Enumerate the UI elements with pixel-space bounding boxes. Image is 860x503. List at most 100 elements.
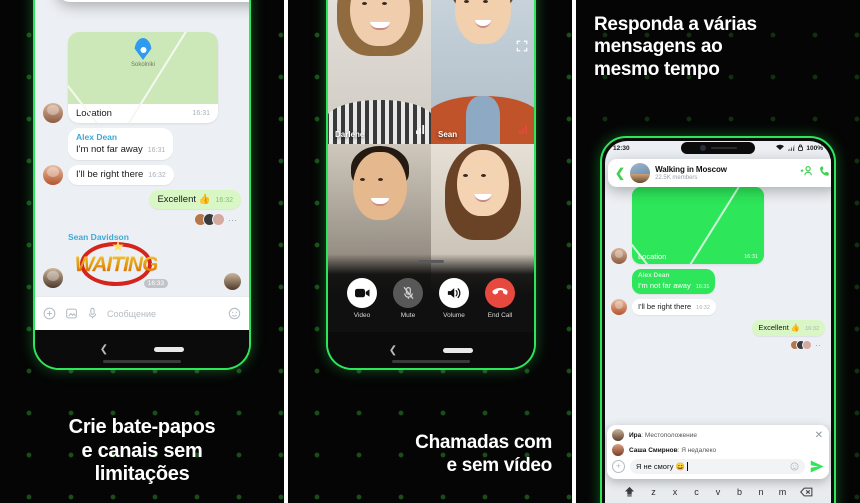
volume-button[interactable]: Volume (439, 277, 469, 319)
phone-frame-chats: ❮ Walking in Moscow 22.5K members (33, 0, 251, 370)
more-icon[interactable]: ·· (815, 340, 821, 350)
status-time: 12:30 (613, 144, 630, 152)
message-row-location[interactable]: Location 16:31 (611, 187, 825, 264)
chat-title: Walking in Moscow (655, 165, 727, 174)
message-list[interactable]: Location 16:31 Alex Dean I'm not far awa… (605, 185, 831, 445)
location-message-card[interactable]: Sokolniki Location 16:31 (68, 32, 218, 123)
microphone-muted-icon[interactable] (393, 277, 423, 308)
battery-percent: 100% (806, 144, 823, 152)
sticker-icon[interactable] (65, 307, 78, 320)
message-row[interactable]: I'll be right there 16:32 (43, 164, 241, 185)
panel-chats: ❮ Walking in Moscow 22.5K members (0, 0, 284, 503)
key-b[interactable]: b (730, 481, 750, 502)
call-controls[interactable]: Video Mute Volume End Call (328, 254, 534, 332)
participant-name: Sean (438, 130, 458, 139)
message-row[interactable]: Alex Dean I'm not far away 16:31 (43, 128, 241, 160)
nav-back-icon[interactable]: ❮ (389, 345, 397, 356)
panel-caption: Chamadas com e sem vídeo (415, 432, 552, 476)
reaction-avatars[interactable]: ·· (611, 339, 821, 350)
message-time: 16:32 (215, 196, 233, 204)
key-c[interactable]: c (687, 481, 707, 502)
reaction-avatars[interactable]: ··· (43, 213, 237, 227)
send-icon[interactable] (810, 460, 824, 473)
video-tile[interactable]: Darlene (328, 0, 431, 144)
message-sender: Alex Dean (638, 272, 670, 279)
earpiece-speaker (710, 146, 737, 150)
message-row-outgoing[interactable]: Excellent 👍 16:32 (43, 189, 241, 210)
shift-icon[interactable] (618, 481, 642, 502)
backspace-icon[interactable] (794, 481, 818, 502)
reply-item[interactable]: Саша Смирнов: Я недалеко (612, 444, 824, 456)
message-row[interactable]: Alex Dean I'm not far away 16:31 (611, 269, 825, 294)
phone-screen: 12:30 100% ❮ Walking in Moscow 22.5K mem… (605, 141, 831, 503)
plus-icon[interactable] (43, 307, 56, 320)
message-bubble-outgoing[interactable]: Excellent 👍 16:32 (149, 189, 241, 210)
message-text: I'll be right there (76, 168, 144, 180)
message-row-outgoing[interactable]: Excellent 👍 16:32 (611, 320, 825, 336)
message-bubble-outgoing[interactable]: Excellent 👍 16:32 (752, 320, 825, 336)
reply-text: Местоположение (644, 431, 697, 439)
avatar (611, 299, 627, 315)
nav-back-icon[interactable]: ❮ (100, 344, 108, 355)
emoji-icon[interactable] (790, 462, 799, 471)
end-call-button[interactable]: End Call (485, 277, 515, 319)
phone-hangup-icon[interactable] (485, 277, 515, 308)
phone-screen: ❮ Walking in Moscow 22.5K members (35, 0, 249, 330)
avatar (43, 268, 63, 289)
message-input-bar[interactable]: Сообщение (35, 296, 249, 330)
message-time: 16:32 (148, 171, 166, 179)
mute-toggle-button[interactable]: Mute (393, 277, 423, 319)
message-time: 16:31 (744, 253, 758, 260)
message-bubble[interactable]: Alex Dean I'm not far away 16:31 (68, 128, 174, 160)
message-bubble[interactable]: I'll be right there 16:32 (68, 164, 174, 185)
video-tile[interactable]: Sean (431, 0, 534, 144)
emoji-icon[interactable] (228, 307, 241, 320)
chat-header[interactable]: ❮ Walking in Moscow 22.5K members (57, 0, 249, 2)
keyboard-row-3[interactable]: z x c v b n m (607, 481, 829, 502)
message-text: I'll be right there (638, 302, 692, 312)
reply-input[interactable]: Я не смогу 😄 (630, 459, 805, 474)
chat-header[interactable]: ❮ Walking in Moscow 22.5K members (608, 159, 831, 187)
nav-home-pill[interactable] (154, 346, 185, 352)
map-preview: Sokolniki (68, 32, 218, 123)
key-m[interactable]: m (773, 481, 793, 502)
microphone-icon[interactable] (87, 307, 98, 320)
more-icon[interactable]: ··· (228, 215, 237, 225)
expand-icon[interactable] (516, 39, 528, 57)
add-user-icon[interactable] (800, 164, 813, 182)
location-message-card[interactable]: Location 16:31 (632, 187, 764, 264)
close-icon[interactable]: ✕ (815, 431, 823, 441)
phone-icon[interactable] (819, 164, 831, 182)
swipe-handle[interactable] (418, 260, 444, 263)
key-n[interactable]: n (751, 481, 771, 502)
avatar (612, 444, 624, 456)
reply-input-row[interactable]: + Я не смогу 😄 (612, 459, 824, 474)
multi-reply-panel[interactable]: ✕ Ира: Местоположение Саша Смирнов: Я не… (607, 425, 829, 479)
video-toggle-button[interactable]: Video (347, 277, 377, 319)
phone-screen: Darlene Sean Video Mute Volume End Call (328, 0, 534, 332)
message-row[interactable]: I'll be right there 16:32 (611, 299, 825, 315)
message-row-location[interactable]: Sokolniki Location 16:31 (43, 32, 241, 123)
video-camera-icon[interactable] (347, 277, 377, 308)
chevron-left-icon[interactable]: ❮ (615, 167, 625, 179)
nav-home-pill[interactable] (443, 347, 474, 353)
speaker-icon[interactable] (439, 277, 469, 308)
sticker-message[interactable]: WAITING 16:33 (68, 240, 168, 289)
message-row-sticker[interactable]: WAITING 16:33 (43, 240, 241, 289)
control-label: Volume (443, 311, 465, 319)
reply-item[interactable]: Ира: Местоположение (612, 429, 824, 441)
phone-frame-call: Darlene Sean Video Mute Volume End Call … (326, 0, 536, 370)
key-v[interactable]: v (708, 481, 728, 502)
text-caret (686, 462, 688, 471)
key-x[interactable]: x (665, 481, 685, 502)
message-list[interactable]: Sokolniki Location 16:31 Alex Dean I'm n… (35, 2, 249, 296)
plus-icon[interactable]: + (612, 460, 625, 473)
message-time: 16:31 (192, 110, 210, 117)
map-preview (632, 187, 764, 264)
message-bubble[interactable]: Alex Dean I'm not far away 16:31 (632, 269, 716, 294)
key-z[interactable]: z (644, 481, 664, 502)
scroll-avatar[interactable] (224, 273, 241, 290)
message-bubble[interactable]: I'll be right there 16:32 (632, 299, 716, 315)
front-camera-icon (699, 145, 706, 151)
message-input-placeholder[interactable]: Сообщение (107, 309, 219, 319)
